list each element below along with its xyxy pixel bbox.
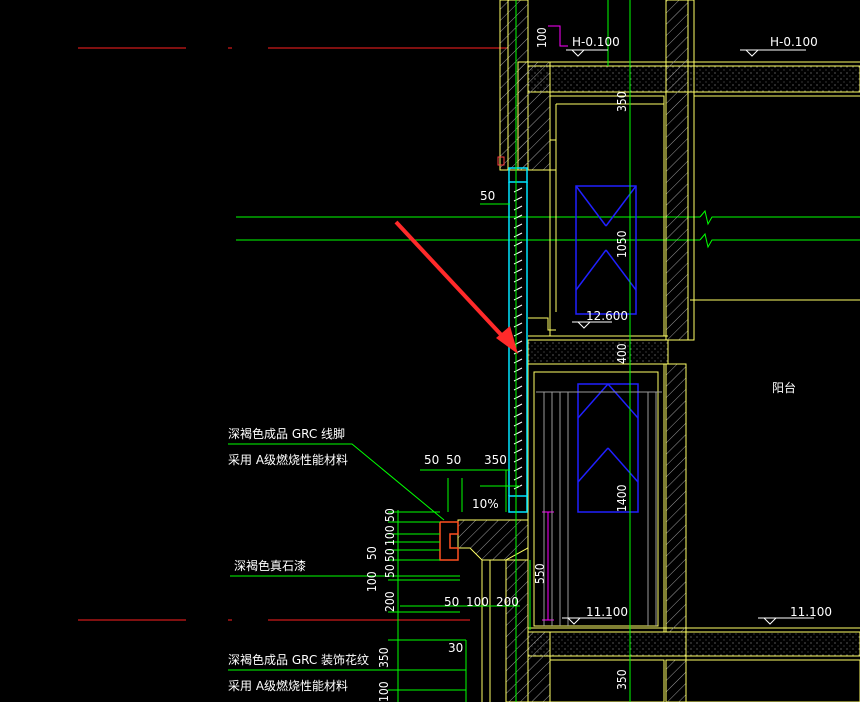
louver-slat [513, 448, 523, 454]
louver-slat [513, 232, 523, 238]
louver-slat [513, 367, 523, 373]
louver-slat [513, 196, 523, 202]
grc-moulding [439, 521, 459, 561]
louver-slat [513, 376, 523, 382]
louver-slat [513, 250, 523, 256]
dim-550: 550 [533, 563, 547, 584]
note-grc-pattern-line1: 深褐色成品 GRC 装饰花纹 [228, 652, 369, 667]
louver-slat [513, 241, 523, 247]
cad-canvas[interactable]: H-0.100 H-0.100 12.600 11.100 11.100 100… [0, 0, 860, 702]
room-label-balcony: 阳台 [772, 380, 796, 395]
dim-1050: 1050 [615, 230, 629, 258]
elevation-marker-top-right [740, 49, 806, 57]
elevation-mid: 12.600 [586, 309, 628, 323]
note-grc-pattern-line2: 采用 A级燃烧性能材料 [228, 678, 348, 693]
note-grc-moulding-line1: 深褐色成品 GRC 线脚 [228, 426, 345, 441]
louver-slat [513, 277, 523, 283]
louver-slat [513, 475, 523, 481]
dim-350-top: 350 [615, 91, 629, 112]
dim-400-mid: 400 [615, 343, 629, 364]
louver-slat [513, 304, 523, 310]
dim-50-side: 50 [480, 189, 495, 203]
louver-slat [513, 403, 523, 409]
dim-350-mid: 350 [484, 453, 507, 467]
elevation-bottom-right: 11.100 [790, 605, 832, 619]
louver-slat [513, 322, 523, 328]
louver-slat [513, 259, 523, 265]
dim-stack-50a: 50 [383, 508, 397, 522]
dim-350-bottom: 350 [615, 669, 629, 690]
dim-stack-350: 350 [377, 647, 391, 668]
elevation-top-left: H-0.100 [572, 35, 620, 49]
louver-slat [513, 385, 523, 391]
slope-label: 10% [472, 497, 499, 511]
dim-100-top: 100 [535, 27, 549, 48]
note-grc-moulding-line2: 采用 A级燃烧性能材料 [228, 452, 348, 467]
interior-column-upper [665, 0, 860, 341]
note-stone-paint: 深褐色真石漆 [234, 558, 306, 573]
louver-slat [513, 331, 523, 337]
elevation-top-right: H-0.100 [770, 35, 818, 49]
louver-slat [513, 205, 523, 211]
louver-slat [513, 358, 523, 364]
dim-50-b: 50 [446, 453, 461, 467]
reference-lines [236, 209, 860, 249]
louver-slat [513, 295, 523, 301]
dim-stack-100c: 100 [377, 681, 391, 702]
louver-slat [513, 430, 523, 436]
window-lower [577, 383, 639, 513]
dim-200-bottom: 200 [496, 595, 519, 609]
louver-slat [513, 457, 523, 463]
dim-30: 30 [448, 641, 463, 655]
red-pointer-arrow [394, 220, 518, 354]
exterior-wall [499, 0, 557, 171]
louver-slat [513, 466, 523, 472]
dim-stack-50d: 50 [383, 564, 397, 578]
window-frame-lines [536, 391, 662, 626]
dim-stack-50c: 50 [383, 548, 397, 562]
annotation-leaders [228, 443, 466, 671]
dim-stack-50b: 50 [365, 546, 379, 560]
dim-stack-200: 200 [383, 591, 397, 612]
louver-slat [513, 286, 523, 292]
louver-slat [513, 187, 523, 193]
dim-stack-100: 100 [383, 525, 397, 546]
louver-slat [513, 439, 523, 445]
dim-50-bottom: 50 [444, 595, 459, 609]
lower-parapet [457, 519, 665, 702]
cad-drawing-viewport[interactable]: H-0.100 H-0.100 12.600 11.100 11.100 100… [0, 0, 860, 702]
louver-slat [513, 268, 523, 274]
dim-stack-100b: 100 [365, 571, 379, 592]
dim-100-bottom: 100 [466, 595, 489, 609]
dim-50-a: 50 [424, 453, 439, 467]
louver-slat [513, 412, 523, 418]
louver-slat [513, 394, 523, 400]
elevation-bottom-left: 11.100 [586, 605, 628, 619]
louver-slat [513, 421, 523, 427]
elevation-marker-top-left [566, 49, 608, 57]
stacked-dim-ticks [388, 203, 520, 691]
dim-1400: 1400 [615, 484, 629, 512]
louver-slat [513, 223, 523, 229]
louver-slat [513, 313, 523, 319]
floor-slab-middle [527, 335, 669, 365]
